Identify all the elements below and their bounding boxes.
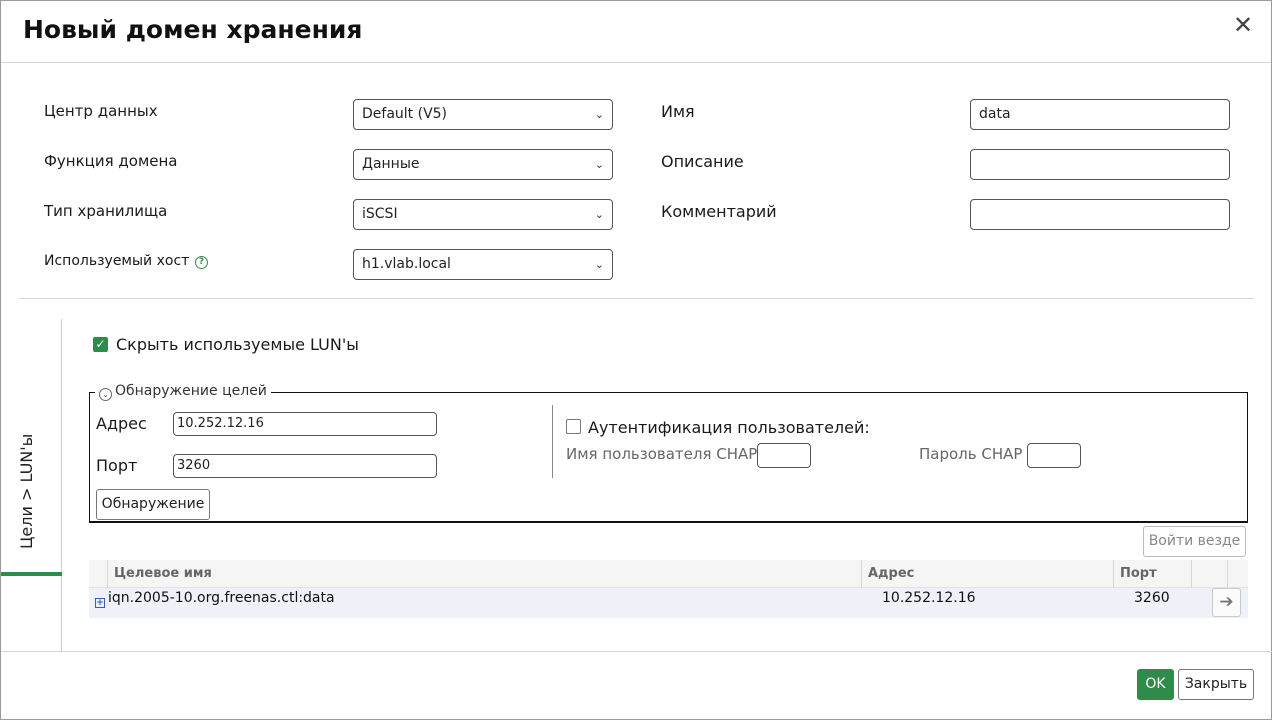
user-auth-checkbox[interactable] xyxy=(566,419,581,434)
discovery-inner-divider xyxy=(552,405,553,478)
column-actions xyxy=(1191,560,1227,588)
chap-password-input[interactable] xyxy=(1027,443,1081,468)
name-input[interactable]: data xyxy=(970,99,1230,130)
targets-table-header: Целевое имя Адрес Порт xyxy=(89,560,1248,588)
discovery-legend[interactable]: ⌄ Обнаружение целей xyxy=(95,383,271,401)
data-center-value: Default (V5) xyxy=(362,106,448,122)
data-center-label: Центр данных xyxy=(44,102,158,120)
collapse-icon: ⌄ xyxy=(99,388,112,401)
comment-label: Комментарий xyxy=(661,202,777,221)
user-auth-label: Аутентификация пользователей: xyxy=(588,418,870,437)
target-address-cell: 10.252.12.16 xyxy=(882,590,976,606)
storage-type-select[interactable]: iSCSI ⌄ xyxy=(353,199,613,230)
description-input[interactable] xyxy=(970,149,1230,180)
login-arrow-icon[interactable]: ➔ xyxy=(1212,588,1241,617)
discover-button[interactable]: Обнаружение xyxy=(96,489,210,520)
login-all-button[interactable]: Войти везде xyxy=(1143,526,1246,557)
used-host-label: Используемый хост xyxy=(44,253,190,269)
tab-targets-luns[interactable]: Цели > LUN'ы xyxy=(17,434,36,549)
column-target-name[interactable]: Целевое имя xyxy=(107,560,861,588)
chevron-down-icon: ⌄ xyxy=(594,108,604,121)
domain-function-value: Данные xyxy=(362,156,420,172)
new-storage-domain-dialog: Новый домен хранения ✕ Центр данных Defa… xyxy=(0,0,1272,720)
close-icon[interactable]: ✕ xyxy=(1231,11,1255,39)
chap-user-label: Имя пользователя CHAP xyxy=(566,445,758,463)
storage-type-value: iSCSI xyxy=(362,206,398,222)
hide-used-luns-label: Скрыть используемые LUN'ы xyxy=(116,335,359,354)
dialog-header: Новый домен хранения ✕ xyxy=(1,1,1271,63)
used-host-select[interactable]: h1.vlab.local ⌄ xyxy=(353,249,613,280)
name-label: Имя xyxy=(661,102,695,121)
used-host-value: h1.vlab.local xyxy=(362,256,451,272)
description-label: Описание xyxy=(661,152,744,171)
table-row[interactable]: + iqn.2005-10.org.freenas.ctl:data 10.25… xyxy=(89,588,1248,618)
domain-function-select[interactable]: Данные ⌄ xyxy=(353,149,613,180)
port-label: Порт xyxy=(96,456,138,475)
column-address[interactable]: Адрес xyxy=(861,560,1113,588)
chevron-down-icon: ⌄ xyxy=(594,208,604,221)
storage-type-label: Тип хранилища xyxy=(44,202,168,220)
expand-icon[interactable]: + xyxy=(95,598,105,608)
chap-user-input[interactable] xyxy=(757,443,811,468)
dialog-title: Новый домен хранения xyxy=(23,15,363,44)
chevron-down-icon: ⌄ xyxy=(594,258,604,271)
target-port-cell: 3260 xyxy=(1134,590,1170,606)
help-icon[interactable]: ? xyxy=(195,256,208,269)
section-divider xyxy=(19,298,1254,299)
address-input[interactable]: 10.252.12.16 xyxy=(173,412,437,436)
comment-input[interactable] xyxy=(970,199,1230,230)
ok-button[interactable]: OK xyxy=(1137,669,1174,700)
address-label: Адрес xyxy=(96,414,147,433)
hide-used-luns-checkbox[interactable]: ✓ xyxy=(93,337,108,352)
data-center-select[interactable]: Default (V5) ⌄ xyxy=(353,99,613,130)
active-tab-indicator xyxy=(1,572,62,576)
column-extra xyxy=(1227,560,1248,588)
target-name-cell: iqn.2005-10.org.freenas.ctl:data xyxy=(108,590,335,606)
close-button[interactable]: Закрыть xyxy=(1178,669,1254,700)
discovery-legend-text: Обнаружение целей xyxy=(115,383,267,399)
port-input[interactable]: 3260 xyxy=(173,454,437,478)
chevron-down-icon: ⌄ xyxy=(594,158,604,171)
chap-password-label: Пароль CHAP xyxy=(919,445,1023,463)
footer-divider xyxy=(1,651,1272,652)
domain-function-label: Функция домена xyxy=(44,152,178,170)
column-port[interactable]: Порт xyxy=(1113,560,1191,588)
